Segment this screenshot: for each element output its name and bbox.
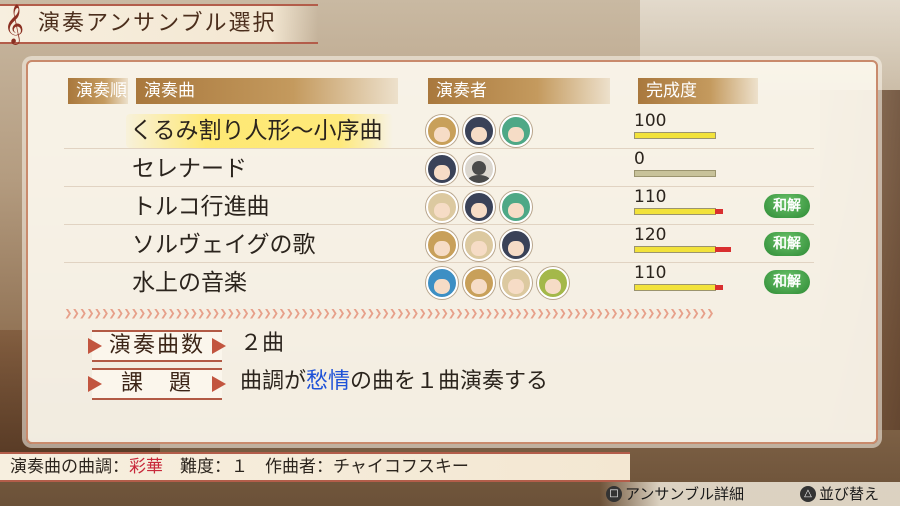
sort-hint-label: 並び替え xyxy=(819,485,880,503)
completion-bar xyxy=(634,132,716,139)
performer-avatar xyxy=(426,153,458,185)
performer-avatar xyxy=(463,267,495,299)
performer-avatar xyxy=(426,229,458,261)
performer-avatar xyxy=(463,115,495,147)
header-song: 演奏曲 xyxy=(136,78,398,104)
song-row[interactable]: 水上の音楽 110 和解 xyxy=(64,263,814,302)
song-name: くるみ割り人形～小序曲 xyxy=(126,114,393,148)
song-row[interactable]: ソルヴェイグの歌 120 和解 xyxy=(64,225,814,264)
reconcile-badge: 和解 xyxy=(764,232,810,256)
song-name: トルコ行進曲 xyxy=(132,194,270,220)
song-name: ソルヴェイグの歌 xyxy=(132,232,316,258)
completion-bar-fill xyxy=(635,247,715,252)
performer-avatar xyxy=(426,191,458,223)
sort-hint[interactable]: △ 並び替え xyxy=(800,482,879,506)
song-count-label: 演奏曲数 xyxy=(92,330,222,362)
header-order: 演奏順 xyxy=(68,78,128,104)
square-button-icon: □ xyxy=(606,486,622,502)
performer-avatar xyxy=(426,267,458,299)
title-bar: 𝄞 演奏アンサンブル選択 xyxy=(0,4,318,44)
mood-value: 彩華 xyxy=(129,457,163,477)
song-row[interactable]: くるみ割り人形～小序曲 100 xyxy=(64,111,814,150)
header-completion: 完成度 xyxy=(638,78,758,104)
completion-value: 110 xyxy=(634,187,667,207)
song-row[interactable]: トルコ行進曲 110 和解 xyxy=(64,187,814,226)
task-label: 課 題 xyxy=(92,368,222,400)
reconcile-badge: 和解 xyxy=(764,270,810,294)
detail-hint[interactable]: □ アンサンブル詳細 xyxy=(606,482,744,506)
treble-clef-icon: 𝄞 xyxy=(4,4,25,44)
page-title: 演奏アンサンブル選択 xyxy=(38,11,277,36)
completion-bar xyxy=(634,208,723,215)
song-count-value: ２曲 xyxy=(240,331,285,356)
detail-hint-label: アンサンブル詳細 xyxy=(625,485,744,503)
completion-bar xyxy=(634,284,723,291)
performer-avatar xyxy=(500,191,532,223)
completion-bar xyxy=(634,246,731,253)
song-row[interactable]: セレナード 0 xyxy=(64,149,814,188)
completion-value: 100 xyxy=(634,111,667,131)
performer-avatar xyxy=(426,115,458,147)
row-separator xyxy=(64,224,814,225)
completion-value: 110 xyxy=(634,263,667,283)
mood-label: 演奏曲の曲調： xyxy=(10,457,129,477)
completion-bar-fill xyxy=(635,285,715,290)
song-name: 水上の音楽 xyxy=(132,270,247,296)
task-keyword: 愁情 xyxy=(306,369,351,394)
completion-bar-overflow xyxy=(715,285,723,290)
completion-value: 120 xyxy=(634,225,667,245)
difficulty-composer: 難度：１ 作曲者：チャイコフスキー xyxy=(163,457,469,477)
row-separator xyxy=(64,186,814,187)
performer-avatar xyxy=(463,191,495,223)
song-info-text: 演奏曲の曲調：彩華 難度：１ 作曲者：チャイコフスキー xyxy=(10,454,469,480)
row-separator xyxy=(64,148,814,149)
task-prefix: 曲調が xyxy=(240,369,307,394)
empty-performer-icon xyxy=(463,153,495,185)
task-text: 曲調が愁情の曲を１曲演奏する xyxy=(240,366,548,398)
performer-avatar xyxy=(500,115,532,147)
triangle-button-icon: △ xyxy=(800,486,816,502)
song-name: セレナード xyxy=(132,156,247,182)
completion-bar-overflow xyxy=(715,209,723,214)
row-separator xyxy=(64,262,814,263)
task-suffix: の曲を１曲演奏する xyxy=(350,369,549,394)
completion-bar xyxy=(634,170,716,177)
completion-value: 0 xyxy=(634,149,645,169)
performer-avatar xyxy=(500,229,532,261)
completion-bar-fill xyxy=(635,209,715,214)
performer-avatar xyxy=(500,267,532,299)
arrow-divider: ❯❯❯❯❯❯❯❯❯❯❯❯❯❯❯❯❯❯❯❯❯❯❯❯❯❯❯❯❯❯❯❯❯❯❯❯❯❯❯❯… xyxy=(64,309,714,319)
performer-avatar xyxy=(537,267,569,299)
completion-bar-overflow xyxy=(715,247,731,252)
song-info-bar: 演奏曲の曲調：彩華 難度：１ 作曲者：チャイコフスキー xyxy=(0,452,630,482)
header-performers: 演奏者 xyxy=(428,78,610,104)
performer-avatar xyxy=(463,229,495,261)
reconcile-badge: 和解 xyxy=(764,194,810,218)
completion-bar-fill xyxy=(635,133,715,138)
